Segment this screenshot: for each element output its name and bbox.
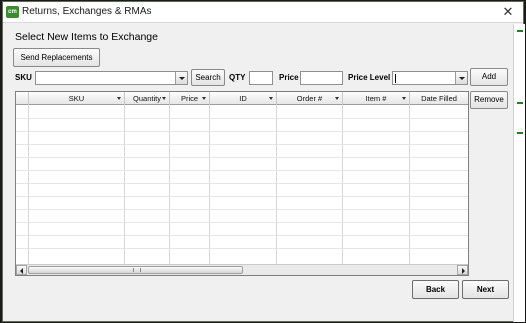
- returns-exchanges-window: cm Returns, Exchanges & RMAs ✕ Select Ne…: [2, 1, 525, 322]
- qty-input[interactable]: [249, 71, 273, 85]
- grid-column-line: [210, 105, 277, 265]
- grid-row-line: [16, 235, 468, 236]
- sort-arrow-icon[interactable]: [202, 97, 206, 100]
- background-marker: [517, 132, 523, 134]
- column-header-label: ID: [239, 94, 247, 103]
- add-button[interactable]: Add: [470, 68, 508, 86]
- chevron-down-icon[interactable]: [175, 72, 187, 84]
- column-header-id[interactable]: ID: [210, 92, 277, 105]
- next-button[interactable]: Next: [462, 280, 509, 299]
- grid-header: SKU Quantity Price ID Order # Item # Dat…: [16, 92, 468, 105]
- app-logo-icon: cm: [6, 6, 19, 18]
- grid-row-line: [16, 183, 468, 184]
- column-header-quantity[interactable]: Quantity: [125, 92, 170, 105]
- column-header-label: SKU: [68, 94, 85, 103]
- title-bar[interactable]: cm Returns, Exchanges & RMAs ✕: [3, 2, 523, 23]
- grid-column-line: [125, 105, 170, 265]
- column-header-price[interactable]: Price: [170, 92, 210, 105]
- background-marker: [517, 30, 523, 32]
- column-header-item-number[interactable]: Item #: [343, 92, 410, 105]
- send-replacements-button[interactable]: Send Replacements: [13, 48, 100, 67]
- qty-label: QTY: [229, 73, 246, 82]
- window-title: Returns, Exchanges & RMAs: [22, 6, 152, 17]
- price-level-label: Price Level: [348, 73, 391, 82]
- text-caret: [395, 74, 396, 83]
- grid-column-line: [277, 105, 343, 265]
- sort-arrow-icon[interactable]: [269, 97, 273, 100]
- page-title: Select New Items to Exchange: [15, 31, 158, 43]
- background-marker: [517, 102, 523, 104]
- grid-column-line: [16, 105, 29, 265]
- column-header-order-number[interactable]: Order #: [277, 92, 343, 105]
- grid-row-line: [16, 131, 468, 132]
- grid-column-line: [170, 105, 210, 265]
- sort-arrow-icon[interactable]: [335, 97, 339, 100]
- price-input[interactable]: [300, 71, 343, 85]
- background-window-edge: [513, 24, 525, 322]
- arrow-left-icon[interactable]: [16, 265, 27, 275]
- grid-row-line: [16, 118, 468, 119]
- chevron-down-icon[interactable]: [455, 72, 467, 84]
- sku-combobox[interactable]: [35, 71, 188, 85]
- sort-arrow-icon[interactable]: [117, 97, 121, 100]
- items-grid[interactable]: SKU Quantity Price ID Order # Item # Dat…: [15, 91, 469, 276]
- price-level-combobox[interactable]: [392, 71, 468, 85]
- grid-column-line: [29, 105, 125, 265]
- arrow-right-icon[interactable]: [457, 265, 468, 275]
- column-header-label: Date Filled: [421, 94, 457, 103]
- scrollbar-thumb[interactable]: [28, 266, 243, 274]
- grid-row-line: [16, 222, 468, 223]
- row-selector-header: [16, 92, 29, 105]
- column-header-label: Quantity: [133, 94, 161, 103]
- horizontal-scrollbar[interactable]: [16, 264, 468, 275]
- column-header-label: Item #: [365, 94, 387, 103]
- grid-row-line: [16, 196, 468, 197]
- column-header-sku[interactable]: SKU: [29, 92, 125, 105]
- grid-column-line: [343, 105, 410, 265]
- sort-arrow-icon[interactable]: [162, 97, 166, 100]
- grid-row-line: [16, 248, 468, 249]
- sort-arrow-icon[interactable]: [402, 97, 406, 100]
- grid-row-line: [16, 170, 468, 171]
- grid-row-line: [16, 144, 468, 145]
- search-button[interactable]: Search: [191, 69, 225, 86]
- remove-button[interactable]: Remove: [470, 91, 508, 109]
- column-header-label: Order #: [296, 94, 323, 103]
- grid-row-line: [16, 157, 468, 158]
- grid-row-line: [16, 209, 468, 210]
- sku-label: SKU: [15, 73, 32, 82]
- column-header-label: Price: [180, 94, 199, 103]
- back-button[interactable]: Back: [412, 280, 459, 299]
- price-label: Price: [279, 73, 299, 82]
- column-header-date-filled[interactable]: Date Filled: [410, 92, 468, 105]
- close-icon[interactable]: ✕: [501, 5, 515, 19]
